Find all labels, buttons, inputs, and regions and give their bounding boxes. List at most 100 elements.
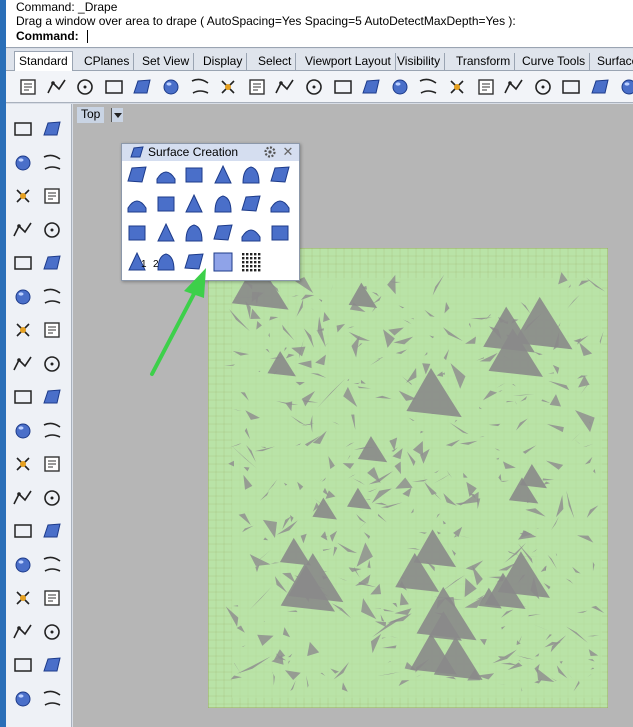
tab-select[interactable]: Select: [254, 53, 297, 71]
surface-from-edge-icon[interactable]: [154, 163, 178, 187]
offset-curve-icon[interactable]: [11, 486, 35, 510]
zoom-window-icon[interactable]: [359, 75, 383, 99]
arc-icon[interactable]: [11, 251, 35, 275]
cone-surface-icon[interactable]: [211, 221, 235, 245]
zoom-selected-icon[interactable]: [416, 75, 440, 99]
gear-icon[interactable]: [263, 145, 277, 159]
curve-points-icon[interactable]: [40, 151, 64, 175]
circle-icon[interactable]: [11, 184, 35, 208]
command-input[interactable]: [88, 29, 628, 44]
four-viewports-icon[interactable]: [474, 75, 498, 99]
render-icon[interactable]: [40, 687, 64, 711]
sphere-solid-icon[interactable]: [40, 318, 64, 342]
sweep-surface-icon[interactable]: [211, 163, 235, 187]
drape-surface-icon[interactable]: [182, 250, 206, 274]
viewport-menu-button[interactable]: [111, 108, 123, 122]
car-render-icon[interactable]: [502, 75, 526, 99]
text-icon[interactable]: [11, 519, 35, 543]
extrude-surface-icon[interactable]: [125, 221, 149, 245]
polyline-icon[interactable]: [11, 151, 35, 175]
scale-icon[interactable]: [40, 519, 64, 543]
copy-icon[interactable]: [188, 75, 212, 99]
mesh-plane-icon[interactable]: [40, 352, 64, 376]
cylinder-solid-icon[interactable]: [11, 352, 35, 376]
loft-surface-icon[interactable]: [239, 163, 263, 187]
rotate-camera-icon[interactable]: [445, 75, 469, 99]
point-grid-icon[interactable]: [239, 250, 263, 274]
vertical-plane-icon[interactable]: [182, 192, 206, 216]
tab-display[interactable]: Display: [199, 53, 248, 71]
panel-header[interactable]: Surface Creation ✕: [122, 144, 299, 161]
group-icon[interactable]: [11, 452, 35, 476]
fillet-curve-icon[interactable]: [40, 251, 64, 275]
check-icon[interactable]: [40, 653, 64, 677]
zoom-icon[interactable]: [331, 75, 355, 99]
analyze-icon[interactable]: [11, 687, 35, 711]
patch-surface-icon[interactable]: [268, 163, 292, 187]
print-icon[interactable]: [102, 75, 126, 99]
heightfield-icon[interactable]: [268, 192, 292, 216]
tab-curve-tools[interactable]: Curve Tools: [518, 53, 591, 71]
viewport-title[interactable]: Top: [77, 107, 105, 123]
cut-icon[interactable]: [159, 75, 183, 99]
box-solid-icon[interactable]: [11, 318, 35, 342]
align-icon[interactable]: [11, 553, 35, 577]
tab-viewport-layout[interactable]: Viewport Layout: [301, 53, 396, 71]
network-surface-icon[interactable]: [211, 192, 235, 216]
dimension-icon[interactable]: [40, 586, 64, 610]
close-icon[interactable]: ✕: [281, 144, 295, 160]
save-icon[interactable]: [73, 75, 97, 99]
mirror-icon[interactable]: [40, 553, 64, 577]
tab-set-view[interactable]: Set View: [138, 53, 195, 71]
panel-title: Surface Creation: [148, 145, 239, 159]
tab-transform[interactable]: Transform: [452, 53, 516, 71]
properties-icon[interactable]: [559, 75, 583, 99]
surface-from-curves-icon[interactable]: [182, 163, 206, 187]
surface-from-grid-icon[interactable]: [211, 250, 235, 274]
array-icon[interactable]: [11, 620, 35, 644]
extrude-tapered-icon[interactable]: [154, 221, 178, 245]
ungroup-icon[interactable]: [40, 452, 64, 476]
rectangle-icon[interactable]: [40, 218, 64, 242]
command-label: Command:: [16, 29, 79, 43]
text-caret: [87, 30, 88, 43]
point-icon[interactable]: [40, 117, 64, 141]
tab-surface[interactable]: Surface: [593, 53, 633, 71]
import-icon[interactable]: [130, 75, 154, 99]
ellipse-icon[interactable]: [40, 184, 64, 208]
boolean-union-icon[interactable]: [11, 385, 35, 409]
split-icon[interactable]: [40, 419, 64, 443]
toolbar-tabs: Standard CPlanes Set View Display Select…: [6, 49, 633, 71]
cutting-plane-icon[interactable]: [239, 192, 263, 216]
paste-icon[interactable]: [216, 75, 240, 99]
surface-loft-icon[interactable]: [40, 285, 64, 309]
project-icon[interactable]: [11, 653, 35, 677]
undo-icon[interactable]: [245, 75, 269, 99]
snap-icon[interactable]: [588, 75, 612, 99]
rotate-view-icon[interactable]: [302, 75, 326, 99]
tab-standard[interactable]: Standard: [14, 51, 73, 71]
trim-icon[interactable]: [11, 419, 35, 443]
sweep-one-rail-icon[interactable]: [268, 221, 292, 245]
gumball-icon[interactable]: [40, 620, 64, 644]
zoom-extents-icon[interactable]: [388, 75, 412, 99]
select-arrow-icon[interactable]: [11, 117, 35, 141]
rail-revolve-icon[interactable]: [239, 221, 263, 245]
extrude-solid-icon[interactable]: [11, 586, 35, 610]
explode-icon[interactable]: [40, 385, 64, 409]
tab-cplanes[interactable]: CPlanes: [80, 53, 135, 71]
surface-from-points-icon[interactable]: [125, 163, 149, 187]
polygon-icon[interactable]: [11, 218, 35, 242]
surface-creation-panel: Surface Creation ✕ 12: [121, 143, 300, 281]
open-folder-icon[interactable]: [45, 75, 69, 99]
tab-visibility[interactable]: Visibility: [393, 53, 446, 71]
light-bulb-icon[interactable]: [617, 75, 633, 99]
rectangular-plane-icon[interactable]: [154, 192, 178, 216]
new-file-icon[interactable]: [16, 75, 40, 99]
surface-corner-icon[interactable]: [11, 285, 35, 309]
offset-surface-icon[interactable]: [40, 486, 64, 510]
drafting-icon[interactable]: [531, 75, 555, 99]
pan-hand-icon[interactable]: [273, 75, 297, 99]
rib-surface-icon[interactable]: [182, 221, 206, 245]
plane-surface-icon[interactable]: [125, 192, 149, 216]
